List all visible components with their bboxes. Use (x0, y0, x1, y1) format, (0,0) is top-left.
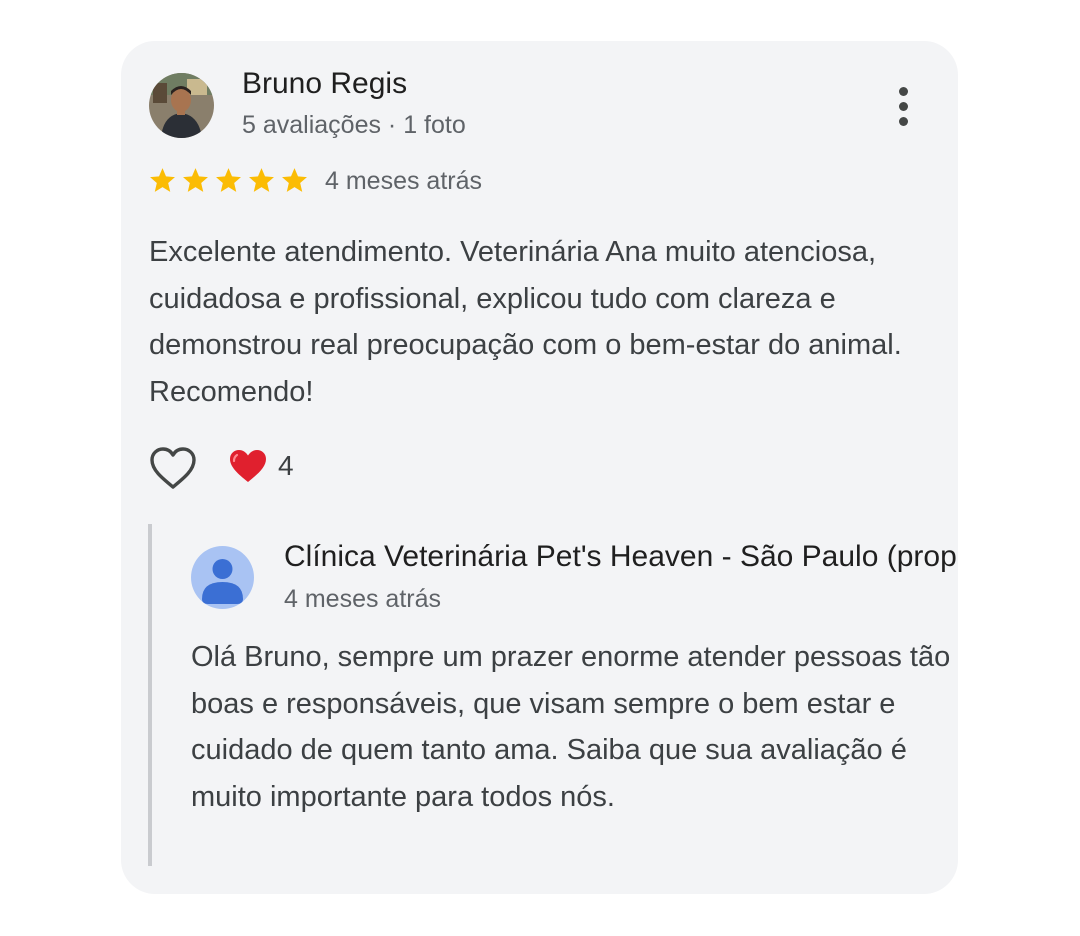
reviewer-name[interactable]: Bruno Regis (242, 67, 407, 101)
owner-reply-date: 4 meses atrás (284, 585, 442, 613)
star-icon (282, 168, 307, 192)
reaction-count: 4 (278, 450, 294, 481)
star-icon (216, 168, 241, 192)
owner-avatar[interactable] (191, 546, 254, 609)
reply-divider (148, 524, 152, 866)
star-icon (150, 168, 175, 192)
reviewer-avatar[interactable] (149, 73, 214, 138)
more-vert-icon (898, 86, 908, 96)
star-rating (148, 166, 309, 195)
like-button[interactable] (148, 445, 198, 491)
review-date: 4 meses atrás (325, 167, 483, 195)
star-icon (249, 168, 274, 192)
star-icon (183, 168, 208, 192)
default-person-icon (202, 559, 243, 604)
review-text: Excelente atendimento. Veterinária Ana m… (149, 236, 902, 408)
reviewer-meta: 5 avaliações · 1 foto (242, 111, 466, 139)
owner-name[interactable]: Clínica Veterinária Pet's Heaven - São P… (284, 540, 958, 574)
red-heart-icon (230, 450, 266, 482)
review-card: Bruno Regis 5 avaliações · 1 foto 4 mese… (121, 41, 958, 894)
owner-reply-text: Olá Bruno, sempre um prazer enorme atend… (191, 641, 951, 813)
more-options-button[interactable] (883, 81, 923, 131)
reaction-summary[interactable]: 4 (228, 448, 294, 484)
heart-outline-icon (150, 447, 196, 489)
